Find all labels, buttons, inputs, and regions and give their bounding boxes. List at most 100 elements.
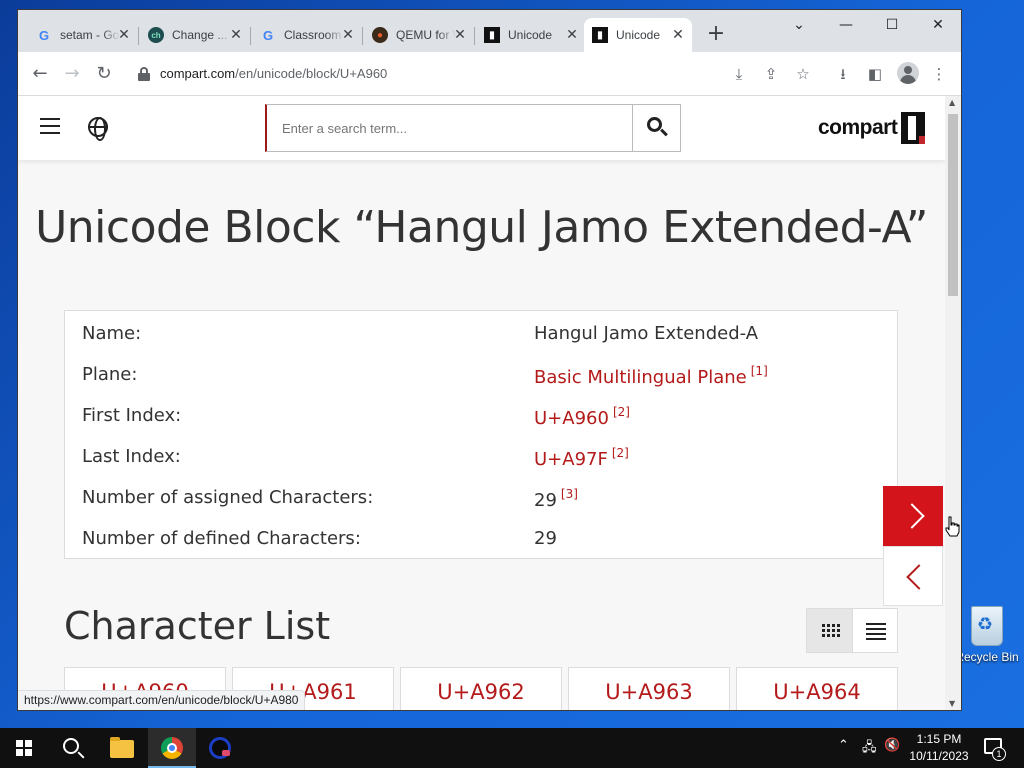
info-row-plane: Plane: Basic Multilingual Plane [1]: [82, 364, 768, 388]
recycle-bin-label: Recycle Bin: [955, 650, 1019, 664]
close-icon[interactable]: ✕: [340, 27, 356, 43]
maximize-button[interactable]: ☐: [869, 10, 915, 40]
google-icon: G: [38, 27, 50, 43]
tab-1[interactable]: G setam - Google ✕: [28, 18, 138, 52]
windows-logo-icon: [16, 740, 32, 756]
bookmark-star-icon[interactable]: ☆: [791, 62, 815, 86]
search-input[interactable]: [267, 105, 633, 151]
new-tab-button[interactable]: +: [704, 23, 728, 47]
recycle-bin[interactable]: ♻ Recycle Bin: [952, 600, 1022, 670]
footnote-ref[interactable]: [2]: [613, 405, 630, 419]
search-button[interactable]: [632, 105, 680, 151]
install-app-icon[interactable]: ⤓: [727, 62, 751, 86]
page-scrollbar[interactable]: ▲ ▼: [945, 96, 961, 710]
tab-title: Unicode: [616, 28, 661, 42]
chrome-icon: [161, 737, 183, 759]
block-info-table: Name: Hangul Jamo Extended-A Plane: Basi…: [64, 310, 898, 559]
start-button[interactable]: [0, 728, 48, 768]
tray-chevron-icon[interactable]: ⌃: [838, 738, 849, 753]
clock-date: 10/11/2023: [909, 749, 969, 763]
next-block-button[interactable]: [883, 486, 943, 546]
downloads-icon[interactable]: ⭳: [831, 62, 855, 86]
globe-language-icon[interactable]: [88, 117, 108, 141]
tab-3[interactable]: G Classroom ✕: [252, 18, 362, 52]
tab-2[interactable]: ch Change ... ✕: [140, 18, 250, 52]
close-icon[interactable]: ✕: [452, 27, 468, 43]
scroll-up-icon[interactable]: ▲: [949, 98, 957, 107]
scroll-down-icon[interactable]: ▼: [949, 699, 957, 708]
tab-title: setam - Google: [60, 28, 120, 42]
compart-icon: ▮: [592, 27, 608, 43]
info-value: 29: [534, 490, 557, 511]
minimize-button[interactable]: —: [823, 10, 869, 40]
forward-button[interactable]: →: [59, 61, 85, 87]
system-clock[interactable]: 1:15 PM 10/11/2023: [902, 731, 976, 765]
close-icon[interactable]: ✕: [116, 27, 132, 43]
first-index-link[interactable]: U+A960: [534, 408, 609, 429]
search-icon: [63, 738, 79, 754]
qemu-icon: ●: [372, 27, 388, 43]
info-row-defined: Number of defined Characters: 29: [82, 528, 557, 549]
view-toggle: [806, 608, 898, 653]
compart-logo-mark: [901, 112, 926, 144]
lock-icon: [138, 67, 150, 81]
previous-block-button[interactable]: [883, 546, 943, 606]
taskbar-search-button[interactable]: [48, 728, 96, 768]
info-row-first-index: First Index: U+A960 [2]: [82, 405, 630, 429]
last-index-link[interactable]: U+A97F: [534, 449, 608, 470]
info-value: 29: [534, 528, 557, 549]
list-view-icon[interactable]: [853, 609, 898, 652]
tab-search-button[interactable]: ⌄: [776, 10, 822, 40]
share-icon[interactable]: ⇪: [759, 62, 783, 86]
tab-bar: G setam - Google ✕ ch Change ... ✕ G Cla…: [18, 10, 961, 52]
qemu-taskbar-button[interactable]: [196, 728, 244, 768]
change-icon: ch: [148, 27, 164, 43]
network-icon[interactable]: 🖧: [862, 738, 877, 760]
grid-view-icon[interactable]: [807, 609, 853, 652]
side-panel-icon[interactable]: ◧: [863, 62, 887, 86]
taskbar: ⌃ 🖧 🔇 1:15 PM 10/11/2023 1: [0, 728, 1024, 768]
google-icon: G: [262, 27, 274, 43]
close-icon[interactable]: ✕: [228, 27, 244, 43]
tab-title: QEMU for Windows: [396, 28, 456, 42]
recycle-bin-icon: ♻: [967, 600, 1007, 646]
chrome-taskbar-button[interactable]: [148, 728, 196, 768]
char-cell[interactable]: U+A962: [400, 667, 562, 710]
tab-5[interactable]: ▮ Unicode ✕: [476, 18, 586, 52]
back-button[interactable]: ←: [27, 61, 53, 87]
browser-window: G setam - Google ✕ ch Change ... ✕ G Cla…: [18, 10, 961, 710]
close-icon[interactable]: ✕: [564, 27, 580, 43]
footnote-ref[interactable]: [1]: [751, 364, 768, 378]
hand-cursor-icon: [945, 516, 960, 537]
url-text[interactable]: compart.com/en/unicode/block/U+A960: [160, 66, 387, 81]
file-explorer-button[interactable]: [98, 728, 146, 768]
compart-logo[interactable]: compart: [818, 112, 926, 144]
menu-kebab-icon[interactable]: ⋮: [927, 62, 951, 86]
reload-button[interactable]: ↻: [91, 61, 117, 87]
profile-avatar-icon[interactable]: [897, 62, 919, 84]
scrollbar-thumb[interactable]: [948, 114, 958, 296]
info-row-last-index: Last Index: U+A97F [2]: [82, 446, 629, 470]
link-status-bar: https://www.compart.com/en/unicode/block…: [18, 690, 306, 710]
hamburger-menu-icon[interactable]: [40, 118, 60, 134]
close-icon[interactable]: ✕: [670, 27, 686, 43]
window-close-button[interactable]: ✕: [915, 10, 961, 40]
char-cell[interactable]: U+A963: [568, 667, 730, 710]
tab-6-active[interactable]: ▮ Unicode ✕: [584, 18, 692, 52]
page-viewport: compart Unicode Block “Hangul Jamo Exten…: [18, 96, 945, 710]
qemu-icon: [209, 737, 231, 759]
plane-link[interactable]: Basic Multilingual Plane: [534, 367, 747, 388]
section-title: Character List: [64, 604, 331, 648]
tab-title: Change ...: [172, 28, 228, 42]
folder-icon: [110, 737, 134, 758]
volume-muted-icon[interactable]: 🔇: [884, 738, 900, 753]
footnote-ref[interactable]: [2]: [612, 446, 629, 460]
char-cell[interactable]: U+A964: [736, 667, 898, 710]
tab-title: Classroom: [284, 28, 342, 42]
clock-time: 1:15 PM: [916, 732, 962, 746]
browser-toolbar: ← → ↻ compart.com/en/unicode/block/U+A96…: [18, 52, 961, 96]
tab-title: Unicode: [508, 28, 553, 42]
footnote-ref[interactable]: [3]: [561, 487, 578, 501]
info-row-name: Name: Hangul Jamo Extended-A: [82, 323, 759, 344]
tab-4[interactable]: ● QEMU for Windows ✕: [364, 18, 474, 52]
